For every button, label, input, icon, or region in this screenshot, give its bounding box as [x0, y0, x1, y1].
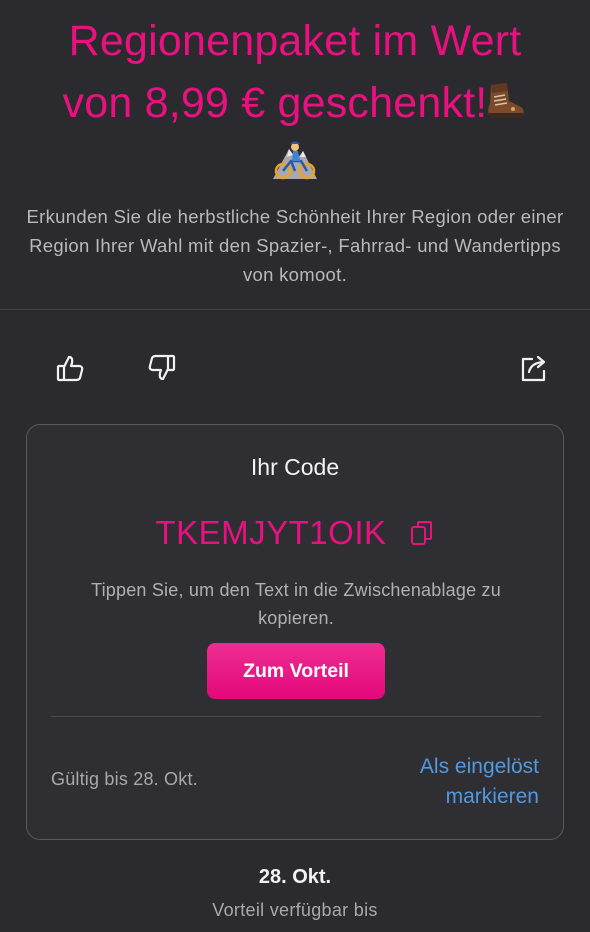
availability-label: Vorteil verfügbar bis — [212, 900, 378, 920]
share-button[interactable] — [514, 348, 554, 388]
code-card: Ihr Code TKEMJYT1OIK Tippen Sie, um den … — [26, 424, 564, 840]
copy-icon[interactable] — [409, 519, 435, 547]
card-divider — [51, 716, 541, 717]
offer-description: Erkunden Sie die herbstliche Schönheit I… — [26, 206, 564, 285]
hiking-boot-icon — [483, 78, 527, 122]
code-heading: Ihr Code — [250, 454, 340, 480]
offer-detail-page: Regionenpaket im Wert von 8,99 € geschen… — [0, 0, 590, 932]
mark-redeemed-line2[interactable]: markieren — [446, 785, 539, 808]
validity-text: Gültig bis 28. Okt. — [51, 769, 198, 789]
divider — [0, 309, 590, 310]
promo-code-text[interactable]: TKEMJYT1OIK — [155, 514, 386, 552]
availability-date: 28. Okt. — [258, 866, 332, 888]
thumbs-down-icon — [148, 354, 176, 381]
offer-title-line2: von 8,99 € geschenkt! — [62, 79, 488, 127]
promo-code[interactable]: TKEMJYT1OIK — [27, 511, 563, 555]
dislike-button[interactable] — [142, 348, 182, 388]
offer-title: Regionenpaket im Wert von 8,99 € geschen… — [0, 10, 590, 134]
share-icon — [521, 355, 546, 382]
mark-redeemed-line1[interactable]: Als eingelöst — [420, 755, 539, 778]
mountain-biker-icon — [271, 135, 319, 183]
thumbs-up-icon — [56, 355, 84, 382]
copy-hint: Tippen Sie, um den Text in die Zwischena… — [91, 580, 501, 628]
emoji-row — [0, 135, 590, 185]
zum-vorteil-button[interactable]: Zum Vorteil — [207, 643, 385, 699]
like-button[interactable] — [50, 348, 90, 388]
mark-redeemed-link[interactable]: Als eingelöst markieren — [339, 752, 539, 812]
offer-title-line1: Regionenpaket im Wert — [68, 17, 522, 65]
